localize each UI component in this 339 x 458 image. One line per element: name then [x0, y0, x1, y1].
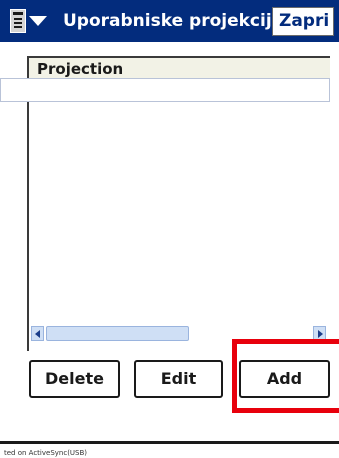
- document-menu-icon[interactable]: [10, 9, 26, 33]
- list-body[interactable]: [29, 81, 330, 327]
- menu-icon-line: [14, 18, 22, 20]
- menu-icon-line: [14, 26, 22, 28]
- scroll-right-glyph: [318, 330, 323, 338]
- bottom-divider: [0, 441, 339, 444]
- scroll-right-icon[interactable]: [313, 326, 326, 341]
- connection-status: ted on ActiveSync(USB): [4, 449, 88, 457]
- edit-button[interactable]: Edit: [134, 360, 223, 398]
- column-header-label: Projection: [37, 60, 124, 78]
- dropdown-arrow-icon[interactable]: [29, 16, 47, 26]
- add-button[interactable]: Add: [239, 360, 330, 398]
- scroll-thumb[interactable]: [46, 326, 189, 341]
- title-bar: Uporabniske projekcije Zapri: [0, 0, 339, 42]
- menu-icon-line: [14, 22, 22, 24]
- menu-icon-bar: [13, 12, 23, 15]
- window-title: Uporabniske projekcije: [63, 11, 284, 31]
- scroll-left-icon[interactable]: [31, 326, 44, 341]
- delete-button[interactable]: Delete: [29, 360, 120, 398]
- close-button[interactable]: Zapri: [272, 7, 334, 36]
- user-projections-screen: Uporabniske projekcije Zapri Projection …: [0, 0, 339, 458]
- horizontal-scrollbar[interactable]: [29, 324, 330, 344]
- list-focus-row[interactable]: [0, 78, 330, 102]
- scroll-left-glyph: [35, 330, 40, 338]
